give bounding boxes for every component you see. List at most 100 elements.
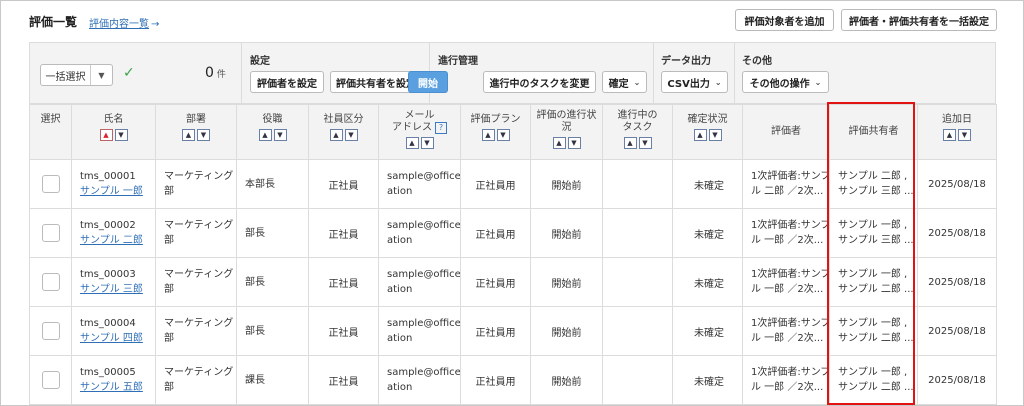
sort-desc-icon[interactable]: ▼ <box>958 129 971 141</box>
col-evaluator: 評価者 <box>742 104 830 160</box>
export-section-label: データ出力 <box>661 56 711 67</box>
sort-desc-icon[interactable]: ▼ <box>496 129 510 141</box>
bulk-select-button[interactable]: 一括選択 <box>41 65 91 85</box>
col-mail-label-2: アドレス <box>392 122 432 133</box>
employee-name-link[interactable]: サンプル 三郎 <box>80 282 155 297</box>
plan-cell: 正社員用 <box>460 355 531 405</box>
sort-desc-icon[interactable]: ▼ <box>708 129 722 141</box>
sort-asc-icon[interactable]: ▲ <box>258 129 272 141</box>
sort-asc-icon[interactable]: ▲ <box>329 129 343 141</box>
col-sharer-label: 評価共有者 <box>848 126 899 137</box>
emp-type-cell: 正社員 <box>308 208 379 258</box>
evaluator-line-2: ル 一郎 ／2次... <box>751 284 824 295</box>
bulk-set-evaluators-button[interactable]: 評価者・評価共有者を一括設定 <box>841 9 997 31</box>
add-evaluation-target-button[interactable]: 評価対象者を追加 <box>735 9 834 31</box>
col-role-label: 役職 <box>262 114 283 125</box>
sharer-cell: サンプル 一郎 , サンプル 二郎 ... <box>829 355 918 405</box>
sharer-cell: サンプル 一郎 , サンプル 二郎 ... <box>829 306 918 356</box>
sort-controls: ▲ ▼ <box>99 129 128 141</box>
confirm-cell: 未確定 <box>672 306 743 356</box>
name-cell: tms_00004 サンプル 四郎 <box>71 306 156 356</box>
evaluation-content-list-label: 評価内容一覧 <box>89 19 149 30</box>
sort-desc-icon[interactable]: ▼ <box>567 137 581 149</box>
task-cell <box>602 306 673 356</box>
sharer-cell: サンプル 二郎 , サンプル 三郎 ... <box>829 159 918 209</box>
table-row: tms_00004 サンプル 四郎 マーケティング部 部長 正社員 sample@… <box>29 306 997 356</box>
mail-line-1: sample@officest <box>387 171 460 182</box>
role-cell: 部長 <box>236 257 309 307</box>
sort-asc-icon[interactable]: ▲ <box>99 129 113 141</box>
sort-asc-icon[interactable]: ▲ <box>182 129 195 141</box>
col-status: 評価の進行状況 ▲ ▼ <box>530 104 603 160</box>
added-date-cell: 2025/08/18 <box>917 306 997 356</box>
row-checkbox[interactable] <box>41 224 60 242</box>
employee-id: tms_00004 <box>80 318 136 329</box>
dept-line-1: マーケティング <box>164 269 234 280</box>
bulk-select-control[interactable]: 一括選択 ▼ <box>40 64 113 86</box>
col-plan-label: 評価プラン <box>470 114 521 125</box>
progress-section-label: 進行管理 <box>438 56 478 67</box>
sort-desc-icon[interactable]: ▼ <box>638 137 652 149</box>
sort-asc-icon[interactable]: ▲ <box>481 129 495 141</box>
other-section-label: その他 <box>742 56 772 67</box>
employee-name-link[interactable]: サンプル 五郎 <box>80 380 155 395</box>
row-checkbox[interactable] <box>41 322 60 340</box>
col-mail-label-2-wrap: アドレス? <box>379 122 460 134</box>
change-task-button[interactable]: 進行中のタスクを変更 <box>483 71 596 93</box>
role-cell: 課長 <box>236 355 309 405</box>
row-checkbox[interactable] <box>41 273 60 291</box>
evaluator-line-2: ル 二郎 ／2次... <box>751 186 824 197</box>
settings-section-label: 設定 <box>250 56 270 67</box>
sharer-line-2: サンプル 二郎 ... <box>838 284 914 295</box>
status-cell: 開始前 <box>530 306 603 356</box>
confirm-cell: 未確定 <box>672 355 743 405</box>
confirm-dropdown[interactable]: 確定 ⌄ <box>602 71 647 93</box>
employee-name-link[interactable]: サンプル 四郎 <box>80 331 155 346</box>
role-cell: 部長 <box>236 306 309 356</box>
dept-line-1: マーケティング <box>164 220 234 231</box>
sort-desc-icon[interactable]: ▼ <box>344 129 358 141</box>
sort-controls: ▲ ▼ <box>329 129 358 141</box>
sort-desc-icon[interactable]: ▼ <box>197 129 210 141</box>
sort-desc-icon[interactable]: ▼ <box>420 137 434 149</box>
table-header-row: 選択 氏名 ▲ ▼ 部署 ▲ ▼ 役職 ▲ ▼ 社員区分 ▲ ▼ メール アドレス? ▲ ▼ 評価プラ… <box>29 104 997 160</box>
employee-id: tms_00003 <box>80 269 136 280</box>
sort-asc-icon[interactable]: ▲ <box>623 137 637 149</box>
name-cell: tms_00002 サンプル 二郎 <box>71 208 156 258</box>
sort-asc-icon[interactable]: ▲ <box>693 129 707 141</box>
selected-count-value: 0 <box>205 65 214 81</box>
col-status-label-1: 評価の進行状 <box>536 110 597 121</box>
employee-id: tms_00001 <box>80 171 136 182</box>
evaluator-line-2: ル 一郎 ／2次... <box>751 333 824 344</box>
help-icon[interactable]: ? <box>435 122 447 134</box>
chevron-down-icon: ⌄ <box>633 77 641 87</box>
evaluator-line-1: 1次評価者:サンプ <box>751 318 829 329</box>
task-cell <box>602 257 673 307</box>
sort-asc-icon[interactable]: ▲ <box>405 137 419 149</box>
action-toolbar: 一括選択 ▼ ✓ 0件 設定 評価者を設定 評価共有者を設定 進行管理 開始 進… <box>29 42 996 104</box>
chevron-down-icon[interactable]: ▼ <box>91 65 112 85</box>
start-button[interactable]: 開始 <box>408 71 448 93</box>
employee-id: tms_00002 <box>80 220 136 231</box>
dept-cell: マーケティング部 <box>155 306 237 356</box>
confirm-cell: 未確定 <box>672 159 743 209</box>
task-cell <box>602 208 673 258</box>
other-operations-dropdown[interactable]: その他の操作 ⌄ <box>742 71 829 93</box>
sort-asc-icon[interactable]: ▲ <box>943 129 956 141</box>
col-select-label: 選択 <box>40 114 61 125</box>
employee-name-link[interactable]: サンプル 二郎 <box>80 233 155 248</box>
row-checkbox[interactable] <box>41 371 60 389</box>
evaluation-content-list-link[interactable]: 評価内容一覧 → <box>89 15 159 30</box>
sort-asc-icon[interactable]: ▲ <box>552 137 566 149</box>
sort-desc-icon[interactable]: ▼ <box>114 129 128 141</box>
sharer-line-2: サンプル 三郎 ... <box>838 235 914 246</box>
evaluation-table: 選択 氏名 ▲ ▼ 部署 ▲ ▼ 役職 ▲ ▼ 社員区分 ▲ ▼ メール アドレス? ▲ ▼ 評価プラ… <box>29 104 997 405</box>
set-evaluator-button[interactable]: 評価者を設定 <box>250 71 324 93</box>
evaluator-cell: 1次評価者:サンプル 二郎 ／2次... <box>742 159 830 209</box>
employee-name-link[interactable]: サンプル 一郎 <box>80 184 155 199</box>
mail-line-2: ation <box>387 235 413 246</box>
row-checkbox[interactable] <box>41 175 60 193</box>
sort-desc-icon[interactable]: ▼ <box>273 129 287 141</box>
csv-export-dropdown[interactable]: CSV出力 ⌄ <box>661 71 728 93</box>
col-emp-type-label: 社員区分 <box>323 114 364 125</box>
